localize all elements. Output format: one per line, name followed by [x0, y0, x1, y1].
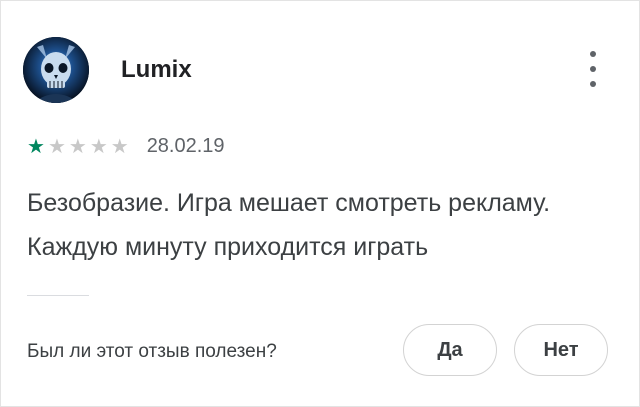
dot: [590, 81, 596, 87]
divider: [27, 295, 89, 296]
helpful-question: Был ли этот отзыв полезен?: [27, 341, 277, 362]
star-empty-icon: ★: [110, 135, 129, 158]
dot: [590, 51, 596, 57]
review-card: Lumix ★ ★ ★ ★ ★ 28.02.19 Безобразие. Игра ме…: [0, 0, 640, 407]
star-empty-icon: ★: [89, 135, 108, 158]
skull-avatar-icon: [23, 37, 89, 103]
helpful-yes-button[interactable]: Да: [403, 324, 497, 376]
star-rating: ★ ★ ★ ★ ★: [27, 137, 129, 157]
star-empty-icon: ★: [68, 135, 87, 158]
dot: [590, 66, 596, 72]
review-text: Безобразие. Игра мешает смотреть рекламу…: [27, 189, 551, 261]
star-empty-icon: ★: [47, 135, 66, 158]
review-date: 28.02.19: [146, 135, 225, 157]
star-filled-icon: ★: [27, 135, 45, 158]
rating-row: ★ ★ ★ ★ ★ 28.02.19: [27, 135, 225, 158]
more-options-icon[interactable]: [586, 51, 600, 87]
helpful-no-button[interactable]: Нет: [514, 324, 608, 376]
avatar: [23, 37, 89, 103]
author-name: Lumix: [121, 56, 192, 83]
